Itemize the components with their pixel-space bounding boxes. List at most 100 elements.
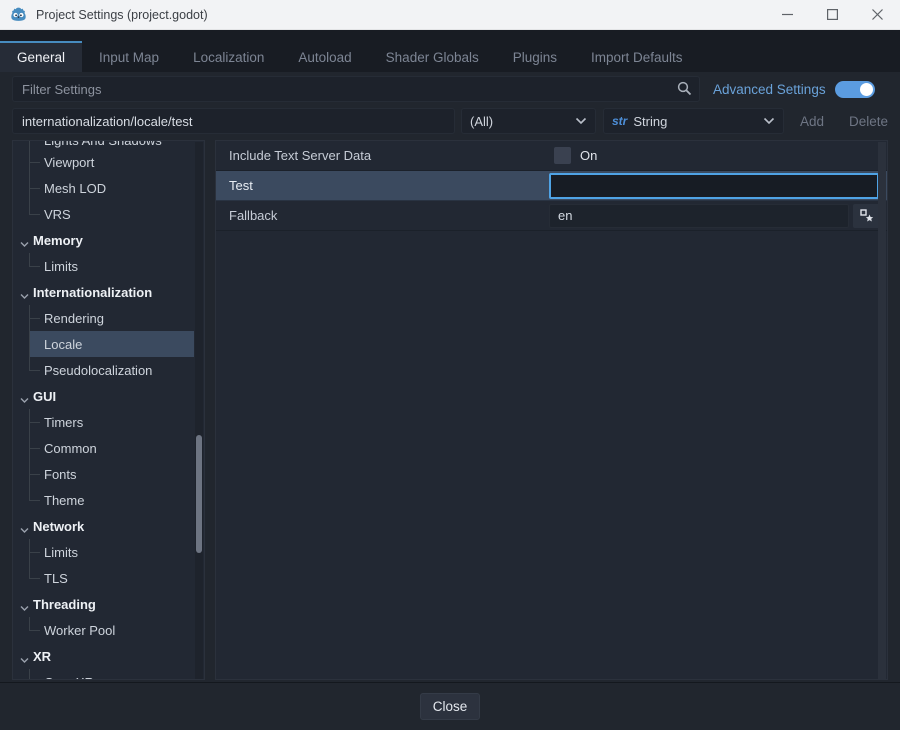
tree-guide-tick [29,578,40,579]
chevron-down-icon [575,117,587,125]
sidebar-scrollbar-thumb[interactable] [196,435,202,553]
tree-item-internationalization[interactable]: Internationalization [13,279,204,305]
tree-item-limits[interactable]: Limits [13,539,204,565]
tree-item-label: XR [33,649,51,664]
tree-item-mesh-lod[interactable]: Mesh LOD [13,175,204,201]
feature-filter-dropdown[interactable]: (All) [461,108,596,134]
tree-item-lights-and-shadows[interactable]: Lights And Shadows [13,141,204,149]
tree-item-timers[interactable]: Timers [13,409,204,435]
tree-guide-tick [29,162,40,163]
string-type-icon: str [612,114,627,128]
tab-general[interactable]: General [0,41,82,72]
type-value: String [633,114,667,129]
close-window-button[interactable] [855,0,900,29]
tree-guide-tick [29,474,40,475]
window-title: Project Settings (project.godot) [36,8,208,22]
tab-plugins[interactable]: Plugins [496,41,574,72]
tree-item-label: Locale [44,337,82,352]
titlebar: Project Settings (project.godot) [0,0,900,30]
tree-guide-line [29,565,30,578]
tree-item-viewport[interactable]: Viewport [13,149,204,175]
tree-item-label: Limits [44,545,78,560]
tree-guide-line [29,253,30,266]
filter-row: Advanced Settings [0,72,900,106]
property-path-input[interactable] [12,108,455,134]
tab-label: Import Defaults [591,50,683,65]
tree-item-memory[interactable]: Memory [13,227,204,253]
tree-guide-line [29,201,30,214]
sidebar-scrollbar[interactable] [195,142,203,680]
chevron-down-icon [20,397,29,404]
tree-item-xr[interactable]: XR [13,643,204,669]
checkbox-state-label: On [580,148,597,163]
chevron-down-icon [20,241,29,248]
tree-item-tls[interactable]: TLS [13,565,204,591]
delete-button[interactable]: Delete [849,114,888,129]
tree-guide-line [29,357,30,370]
tab-localization[interactable]: Localization [176,41,281,72]
tab-shader-globals[interactable]: Shader Globals [369,41,496,72]
tree-item-label: Mesh LOD [44,181,106,196]
property-label: Test [216,178,549,193]
type-dropdown[interactable]: str String [603,108,784,134]
property-row-include-text-server-data[interactable]: Include Text Server Data On [216,141,887,171]
tree-guide-tick [29,422,40,423]
tree-item-label: Threading [33,597,96,612]
chevron-down-icon [20,527,29,534]
advanced-settings-toggle[interactable] [835,81,875,98]
window-controls [765,0,900,29]
locale-select-button[interactable] [853,204,881,228]
tab-input-map[interactable]: Input Map [82,41,176,72]
tab-autoload[interactable]: Autoload [281,41,368,72]
tree-item-label: Worker Pool [44,623,115,638]
dialog-footer: Close [0,682,900,730]
tree-guide-tick [29,448,40,449]
tree-item-vrs[interactable]: VRS [13,201,204,227]
test-value-input[interactable] [549,173,879,199]
tree-item-openxr[interactable]: OpenXR [13,669,204,680]
tree-item-pseudolocalization[interactable]: Pseudolocalization [13,357,204,383]
tree-item-threading[interactable]: Threading [13,591,204,617]
tree-item-rendering[interactable]: Rendering [13,305,204,331]
tree-item-fonts[interactable]: Fonts [13,461,204,487]
tree-item-locale[interactable]: Locale [13,331,204,357]
tree-item-label: GUI [33,389,56,404]
close-button[interactable]: Close [420,693,481,720]
tree-guide-line [29,669,30,680]
tree-item-label: Memory [33,233,83,248]
tree-item-limits[interactable]: Limits [13,253,204,279]
tree-item-gui[interactable]: GUI [13,383,204,409]
tree-item-label: Pseudolocalization [44,363,152,378]
tab-label: Plugins [513,50,557,65]
tree-item-theme[interactable]: Theme [13,487,204,513]
tree-guide-line [29,487,30,500]
tab-import-defaults[interactable]: Import Defaults [574,41,700,72]
tree-item-worker-pool[interactable]: Worker Pool [13,617,204,643]
tree-guide-tick [29,318,40,319]
main-panel-scrollbar[interactable] [878,142,886,680]
settings-tree-panel: Lights And Shadows Viewport Mesh LOD VRS Mem… [12,140,205,680]
chevron-down-icon [20,293,29,300]
tree-item-label: Viewport [44,155,94,170]
tree-guide-tick [29,630,40,631]
property-row-fallback[interactable]: Fallback [216,201,887,231]
maximize-button[interactable] [810,0,855,29]
tree-item-common[interactable]: Common [13,435,204,461]
property-row-test[interactable]: Test [216,171,887,201]
tree-item-network[interactable]: Network [13,513,204,539]
chevron-down-icon [20,605,29,612]
include-text-server-data-checkbox[interactable] [554,147,571,164]
settings-tree: Lights And Shadows Viewport Mesh LOD VRS Mem… [13,141,204,680]
add-button[interactable]: Add [800,114,824,129]
feature-filter-value: (All) [470,114,493,129]
tree-item-label: Common [44,441,97,456]
fallback-value-input[interactable] [549,204,849,228]
filter-settings-input[interactable] [12,76,700,102]
tree-item-label: VRS [44,207,71,222]
tree-item-label: Rendering [44,311,104,326]
tree-guide-tick [29,266,40,267]
minimize-button[interactable] [765,0,810,29]
tree-item-label: Network [33,519,84,534]
chevron-down-icon [20,657,29,664]
advanced-settings-label: Advanced Settings [713,82,826,97]
